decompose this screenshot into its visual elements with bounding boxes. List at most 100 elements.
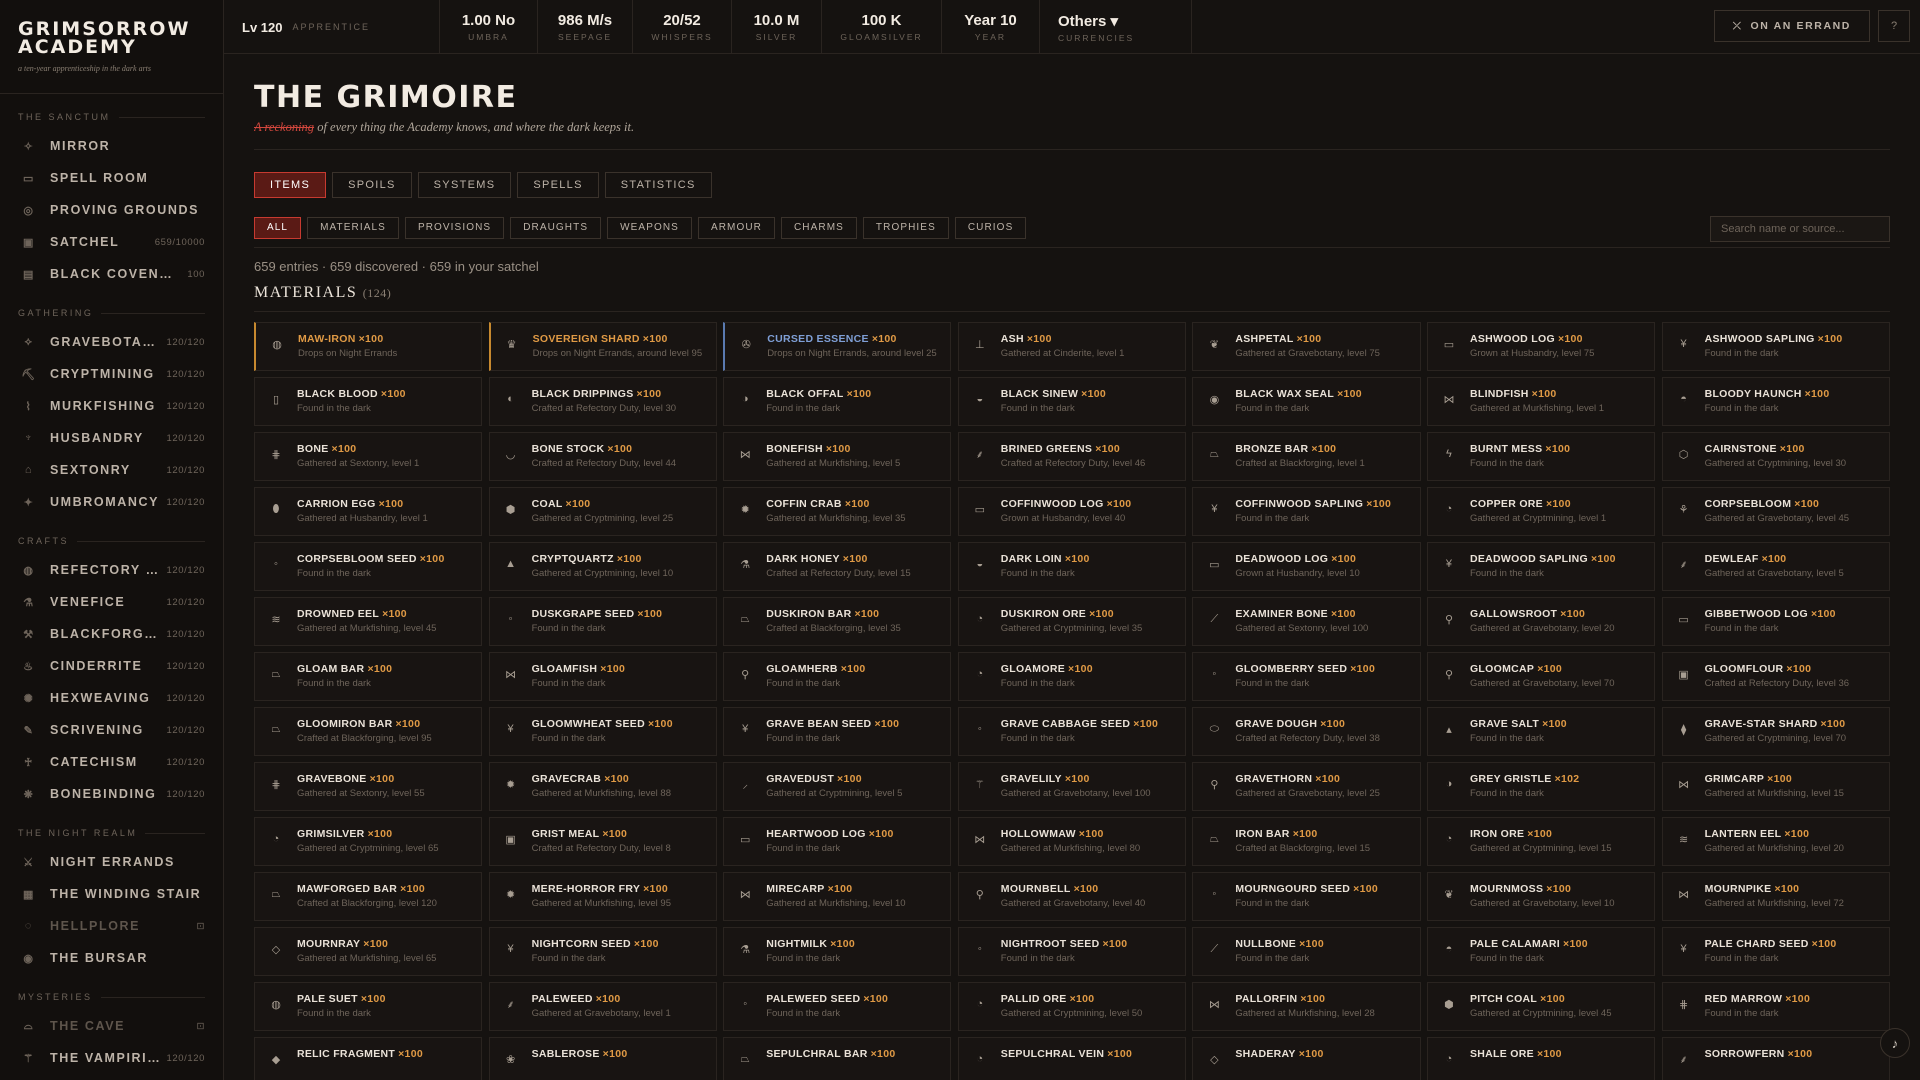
item-card-gravethorn[interactable]: ⚲ GRAVETHORN ×100 Gathered at Gravebotany, … <box>1192 762 1421 811</box>
filter-curios[interactable]: CURIOS <box>954 216 1027 239</box>
sidebar-item-refectory-duty[interactable]: ◍ REFECTORY DUTY 120/120 <box>0 554 223 586</box>
sidebar-item-night-errands[interactable]: ⚔ NIGHT ERRANDS <box>0 846 223 878</box>
item-card-pitch-coal[interactable]: ⬢ PITCH COAL ×100 Gathered at Cryptmining, … <box>1426 982 1656 1031</box>
item-card-gravedust[interactable]: ⸝ GRAVEDUST ×100 Gathered at Cryptmining, l… <box>723 762 952 811</box>
item-card-dark-honey[interactable]: ⚗ DARK HONEY ×100 Crafted at Refectory Duty… <box>723 542 952 591</box>
item-card-bonefish[interactable]: ⋈ BONEFISH ×100 Gathered at Murkfishing, le… <box>723 432 952 481</box>
item-card-black-offal[interactable]: ◑ BLACK OFFAL ×100 Found in the dark <box>723 377 952 426</box>
sidebar-item-proving-grounds[interactable]: ◎ PROVING GROUNDS <box>0 194 223 226</box>
filter-materials[interactable]: MATERIALS <box>307 216 399 239</box>
sidebar-item-satchel[interactable]: ▣ SATCHEL 659/10000 <box>0 226 223 258</box>
item-card-dark-loin[interactable]: ◒ DARK LOIN ×100 Found in the dark <box>957 542 1187 591</box>
item-card-sablerose[interactable]: ❀ SABLEROSE ×100 <box>488 1037 717 1080</box>
item-card-sovereign-shard[interactable]: ♛ SOVEREIGN SHARD ×100 Drops on Night Erran… <box>488 322 717 371</box>
item-card-mawforged-bar[interactable]: ⏢ MAWFORGED BAR ×100 Crafted at Blackforgin… <box>254 872 483 921</box>
sidebar-item-hellplore[interactable]: ◌ HELLPLORE ⊡ <box>0 910 223 942</box>
item-card-brined-greens[interactable]: ⸙ BRINED GREENS ×100 Crafted at Refectory D… <box>957 432 1187 481</box>
sidebar-item-murkfishing[interactable]: ⌇ MURKFISHING 120/120 <box>0 390 223 422</box>
item-card-mournray[interactable]: ◇ MOURNRAY ×100 Gathered at Murkfishing, le… <box>254 927 483 976</box>
item-card-hollowmaw[interactable]: ⋈ HOLLOWMAW ×100 Gathered at Murkfishing, l… <box>957 817 1187 866</box>
item-card-grave-bean-seed[interactable]: ¥ GRAVE BEAN SEED ×100 Found in the dark <box>723 707 952 756</box>
tab-spells[interactable]: SPELLS <box>517 172 599 198</box>
item-card-paleweed[interactable]: ⸙ PALEWEED ×100 Gathered at Gravebotany, le… <box>488 982 717 1031</box>
item-card-nightmilk[interactable]: ⚗ NIGHTMILK ×100 Found in the dark <box>723 927 952 976</box>
item-card-heartwood-log[interactable]: ▭ HEARTWOOD LOG ×100 Found in the dark <box>723 817 952 866</box>
stat-currencies[interactable]: Others ▾ CURRENCIES <box>1040 0 1192 54</box>
item-card-black-blood[interactable]: ▯ BLACK BLOOD ×100 Found in the dark <box>254 377 483 426</box>
item-card-grave-star-shard[interactable]: ⧫ GRAVE-STAR SHARD ×100 Gathered at Cryptmi… <box>1661 707 1890 756</box>
item-card-gravecrab[interactable]: ✹ GRAVECRAB ×100 Gathered at Murkfishing, l… <box>488 762 717 811</box>
sidebar-item-hexweaving[interactable]: ✺ HEXWEAVING 120/120 <box>0 682 223 714</box>
sidebar-item-black-covenant[interactable]: ▤ BLACK COVENANT 100 <box>0 258 223 290</box>
item-card-bloody-haunch[interactable]: ◓ BLOODY HAUNCH ×100 Found in the dark <box>1661 377 1890 426</box>
item-card-pale-suet[interactable]: ◍ PALE SUET ×100 Found in the dark <box>254 982 483 1031</box>
item-card-mournpike[interactable]: ⋈ MOURNPIKE ×100 Gathered at Murkfishing, l… <box>1661 872 1890 921</box>
filter-weapons[interactable]: WEAPONS <box>607 216 692 239</box>
sidebar-item-umbromancy[interactable]: ✦ UMBROMANCY 120/120 <box>0 486 223 518</box>
item-card-bone[interactable]: ⋕ BONE ×100 Gathered at Sextonry, level 1 <box>254 432 483 481</box>
item-card-shaderay[interactable]: ◇ SHADERAY ×100 <box>1192 1037 1421 1080</box>
sidebar-item-the-winding-stair[interactable]: ▦ THE WINDING STAIR <box>0 878 223 910</box>
item-card-cursed-essence[interactable]: ✇ CURSED ESSENCE ×100 Drops on Night Errand… <box>723 322 952 371</box>
tab-items[interactable]: ITEMS <box>254 172 327 198</box>
filter-trophies[interactable]: TROPHIES <box>862 216 949 239</box>
item-card-black-drippings[interactable]: ◐ BLACK DRIPPINGS ×100 Crafted at Refectory… <box>488 377 717 426</box>
item-card-deadwood-log[interactable]: ▭ DEADWOOD LOG ×100 Grown at Husbandry, lev… <box>1192 542 1421 591</box>
item-card-mournmoss[interactable]: ❦ MOURNMOSS ×100 Gathered at Gravebotany, l… <box>1426 872 1656 921</box>
filter-all[interactable]: ALL <box>254 216 302 239</box>
item-card-relic-fragment[interactable]: ◆ RELIC FRAGMENT ×100 <box>254 1037 483 1080</box>
sidebar-item-gravebotany[interactable]: ⟡ GRAVEBOTANY 120/120 <box>0 326 223 358</box>
sidebar-item-sextonry[interactable]: ⌂ SEXTONRY 120/120 <box>0 454 223 486</box>
item-card-nightcorn-seed[interactable]: ¥ NIGHTCORN SEED ×100 Found in the dark <box>488 927 717 976</box>
sidebar-item-the-vampiric-arts[interactable]: ⚚ THE VAMPIRIC ARTS 120/120 <box>0 1042 223 1074</box>
item-card-drowned-eel[interactable]: ≋ DROWNED EEL ×100 Gathered at Murkfishing,… <box>254 597 483 646</box>
sidebar-item-mirror[interactable]: ✧ MIRROR <box>0 130 223 162</box>
item-card-gloam-bar[interactable]: ⏢ GLOAM BAR ×100 Found in the dark <box>254 652 483 701</box>
item-card-mirecarp[interactable]: ⋈ MIRECARP ×100 Gathered at Murkfishing, le… <box>723 872 952 921</box>
item-card-mournbell[interactable]: ⚲ MOURNBELL ×100 Gathered at Gravebotany, l… <box>957 872 1187 921</box>
item-card-examiner-bone[interactable]: ⟋ EXAMINER BONE ×100 Gathered at Sextonry, … <box>1192 597 1421 646</box>
item-card-grey-gristle[interactable]: ◑ GREY GRISTLE ×102 Found in the dark <box>1426 762 1656 811</box>
item-card-burnt-mess[interactable]: ϟ BURNT MESS ×100 Found in the dark <box>1426 432 1656 481</box>
item-card-duskiron-ore[interactable]: ◔ DUSKIRON ORE ×100 Gathered at Cryptmining… <box>957 597 1187 646</box>
sidebar-item-the-bursar[interactable]: ◉ THE BURSAR <box>0 942 223 974</box>
item-card-grimcarp[interactable]: ⋈ GRIMCARP ×100 Gathered at Murkfishing, le… <box>1661 762 1890 811</box>
item-card-gloomflour[interactable]: ▣ GLOOMFLOUR ×100 Crafted at Refectory Duty… <box>1661 652 1890 701</box>
item-card-iron-bar[interactable]: ⏢ IRON BAR ×100 Crafted at Blackforging, le… <box>1192 817 1421 866</box>
item-card-black-wax-seal[interactable]: ◉ BLACK WAX SEAL ×100 Found in the dark <box>1192 377 1421 426</box>
item-card-gloomwheat-seed[interactable]: ¥ GLOOMWHEAT SEED ×100 Found in the dark <box>488 707 717 756</box>
tab-systems[interactable]: SYSTEMS <box>417 172 512 198</box>
item-card-dewleaf[interactable]: ⸙ DEWLEAF ×100 Gathered at Gravebotany, lev… <box>1661 542 1890 591</box>
filter-draughts[interactable]: DRAUGHTS <box>510 216 602 239</box>
item-card-coffinwood-sapling[interactable]: ¥ COFFINWOOD SAPLING ×100 Found in the dark <box>1192 487 1421 536</box>
item-card-bone-stock[interactable]: ◡ BONE STOCK ×100 Crafted at Refectory Duty… <box>488 432 717 481</box>
filter-armour[interactable]: ARMOUR <box>697 216 775 239</box>
item-card-grave-salt[interactable]: ▴ GRAVE SALT ×100 Found in the dark <box>1426 707 1656 756</box>
item-card-pale-chard-seed[interactable]: ¥ PALE CHARD SEED ×100 Found in the dark <box>1661 927 1890 976</box>
item-card-black-sinew[interactable]: ◒ BLACK SINEW ×100 Found in the dark <box>957 377 1187 426</box>
item-card-gravebone[interactable]: ⋕ GRAVEBONE ×100 Gathered at Sextonry, leve… <box>254 762 483 811</box>
item-card-pallorfin[interactable]: ⋈ PALLORFIN ×100 Gathered at Murkfishing, l… <box>1192 982 1421 1031</box>
item-card-corpsebloom-seed[interactable]: ◦ CORPSEBLOOM SEED ×100 Found in the dark <box>254 542 483 591</box>
item-card-ashwood-sapling[interactable]: ¥ ASHWOOD SAPLING ×100 Found in the dark <box>1661 322 1890 371</box>
item-card-sepulchral-vein[interactable]: ◔ SEPULCHRAL VEIN ×100 <box>957 1037 1187 1080</box>
item-card-pale-calamari[interactable]: ◓ PALE CALAMARI ×100 Found in the dark <box>1426 927 1656 976</box>
sidebar-item-husbandry[interactable]: ♆ HUSBANDRY 120/120 <box>0 422 223 454</box>
item-card-lantern-eel[interactable]: ≋ LANTERN EEL ×100 Gathered at Murkfishing,… <box>1661 817 1890 866</box>
on-errand-button[interactable]: ⤫ ON AN ERRAND <box>1713 10 1870 42</box>
item-card-nullbone[interactable]: ⟋ NULLBONE ×100 Found in the dark <box>1192 927 1421 976</box>
item-card-shale-ore[interactable]: ◔ SHALE ORE ×100 <box>1426 1037 1656 1080</box>
item-card-red-marrow[interactable]: ⋕ RED MARROW ×100 Found in the dark <box>1661 982 1890 1031</box>
filter-charms[interactable]: CHARMS <box>780 216 857 239</box>
item-card-gloamherb[interactable]: ⚲ GLOAMHERB ×100 Found in the dark <box>723 652 952 701</box>
sidebar-item-bonebinding[interactable]: ❋ BONEBINDING 120/120 <box>0 778 223 810</box>
item-card-gloamfish[interactable]: ⋈ GLOAMFISH ×100 Found in the dark <box>488 652 717 701</box>
item-card-deadwood-sapling[interactable]: ¥ DEADWOOD SAPLING ×100 Found in the dark <box>1426 542 1656 591</box>
item-card-gloomcap[interactable]: ⚲ GLOOMCAP ×100 Gathered at Gravebotany, le… <box>1426 652 1656 701</box>
item-card-coffinwood-log[interactable]: ▭ COFFINWOOD LOG ×100 Grown at Husbandry, l… <box>957 487 1187 536</box>
item-card-paleweed-seed[interactable]: ◦ PALEWEED SEED ×100 Found in the dark <box>723 982 952 1031</box>
search-input[interactable] <box>1710 216 1890 242</box>
item-card-duskiron-bar[interactable]: ⏢ DUSKIRON BAR ×100 Crafted at Blackforging… <box>723 597 952 646</box>
item-card-ashpetal[interactable]: ❦ ASHPETAL ×100 Gathered at Gravebotany, le… <box>1192 322 1421 371</box>
sidebar-item-catechism[interactable]: ♰ CATECHISM 120/120 <box>0 746 223 778</box>
